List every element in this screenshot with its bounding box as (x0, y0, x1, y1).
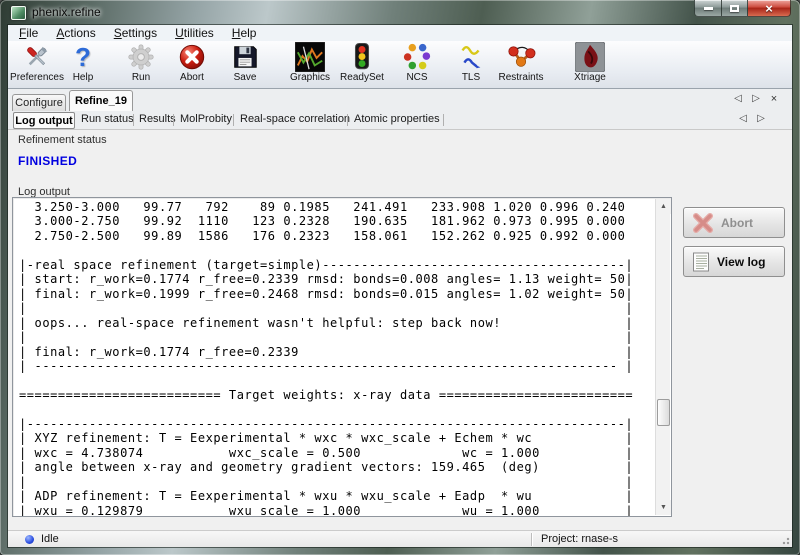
sub-tab-strip: Log output Run status Results MolProbity… (8, 111, 792, 130)
toolbar-xtriage[interactable]: Xtriage (558, 42, 622, 88)
subtab-real-space-correlation[interactable]: Real-space correlation (240, 113, 350, 125)
window-title: phenix.refine (32, 5, 101, 19)
floppy-icon (230, 42, 260, 72)
subtab-separator (233, 114, 234, 126)
toolbar-label: Xtriage (558, 72, 622, 83)
menu-file[interactable]: File (10, 26, 47, 40)
xtriage-icon (575, 42, 605, 72)
subtab-results[interactable]: Results (139, 113, 176, 125)
status-bar: Idle Project: rnase-s (8, 530, 792, 547)
tab-refine-19[interactable]: Refine_19 (69, 90, 133, 111)
tab-configure[interactable]: Configure (12, 94, 66, 111)
subtab-scroll-right-icon[interactable]: ▷ (754, 113, 768, 124)
subtab-molprobity[interactable]: MolProbity (180, 113, 232, 125)
bonded-atoms-icon (506, 42, 536, 72)
log-output-box[interactable]: 3.250-3.000 99.77 792 89 0.1985 241.491 … (12, 197, 672, 517)
subtab-separator (173, 114, 174, 126)
tools-icon (22, 42, 52, 72)
toolbar-restraints[interactable]: Restraints (489, 42, 553, 88)
abort-x-icon (692, 213, 714, 233)
view-log-button[interactable]: View log (683, 246, 785, 277)
refinement-status-label: Refinement status (18, 134, 107, 146)
idle-status-icon (25, 535, 34, 544)
menu-settings[interactable]: Settings (105, 26, 166, 40)
log-scrollbar[interactable]: ▲ ▼ (655, 199, 670, 515)
abort-circle-icon (177, 42, 207, 72)
subtab-run-status[interactable]: Run status (81, 113, 134, 125)
close-button[interactable]: × (748, 0, 791, 17)
molecule-ring-icon (402, 42, 432, 72)
subtab-separator (443, 114, 444, 126)
scroll-down-icon[interactable]: ▼ (656, 500, 671, 515)
minimize-button[interactable] (694, 0, 721, 17)
tab-scroll-right-icon[interactable]: ▷ (749, 93, 763, 104)
log-output-page: Refinement status FINISHED Log output 3.… (8, 130, 792, 530)
maximize-button[interactable] (721, 0, 748, 17)
scroll-up-icon[interactable]: ▲ (656, 199, 671, 214)
subtab-log-output[interactable]: Log output (13, 112, 75, 129)
window-content: File Actions Settings Utilities Help Pre… (8, 25, 792, 547)
tab-close-icon[interactable]: × (767, 93, 781, 105)
toolbar: Preferences ? Help Run (8, 41, 792, 89)
minimize-icon (704, 7, 713, 10)
menu-utilities[interactable]: Utilities (166, 26, 223, 40)
question-icon: ? (68, 42, 98, 72)
log-document-icon (692, 252, 710, 272)
ribbon-icon (456, 42, 486, 72)
molecule-graphics-icon (295, 42, 325, 72)
project-label: Project: rnase-s (541, 533, 618, 545)
refinement-status-value: FINISHED (18, 154, 77, 168)
toolbar-label: Help (51, 72, 115, 83)
subtab-separator (347, 114, 348, 126)
subtab-atomic-properties[interactable]: Atomic properties (354, 113, 440, 125)
close-icon: × (765, 2, 773, 15)
menu-actions[interactable]: Actions (47, 26, 104, 40)
toolbar-label: Save (213, 72, 277, 83)
toolbar-label: Restraints (489, 72, 553, 83)
traffic-light-icon (347, 42, 377, 72)
maximize-icon (730, 5, 739, 12)
main-tab-strip: Configure Refine_19 ◁ ▷ × (8, 89, 792, 111)
subtab-separator (133, 114, 134, 126)
scrollbar-thumb[interactable] (657, 399, 670, 426)
title-bar[interactable]: phenix.refine × (0, 0, 800, 25)
toolbar-help[interactable]: ? Help (51, 42, 115, 88)
view-log-button-label: View log (717, 255, 765, 269)
menu-bar: File Actions Settings Utilities Help (8, 25, 792, 41)
statusbar-separator (531, 533, 532, 546)
gear-icon (126, 42, 156, 72)
log-text[interactable]: 3.250-3.000 99.77 792 89 0.1985 241.491 … (19, 200, 654, 516)
menu-help[interactable]: Help (223, 26, 266, 40)
resize-grip[interactable] (780, 535, 790, 545)
abort-button-label: Abort (721, 216, 753, 230)
subtab-scroll-left-icon[interactable]: ◁ (736, 113, 750, 124)
abort-button[interactable]: Abort (683, 207, 785, 238)
app-window: phenix.refine × File Actions Settings Ut… (0, 0, 800, 555)
tab-scroll-left-icon[interactable]: ◁ (731, 93, 745, 104)
toolbar-save[interactable]: Save (213, 42, 277, 88)
status-state: Idle (41, 533, 59, 545)
app-icon (11, 6, 26, 20)
